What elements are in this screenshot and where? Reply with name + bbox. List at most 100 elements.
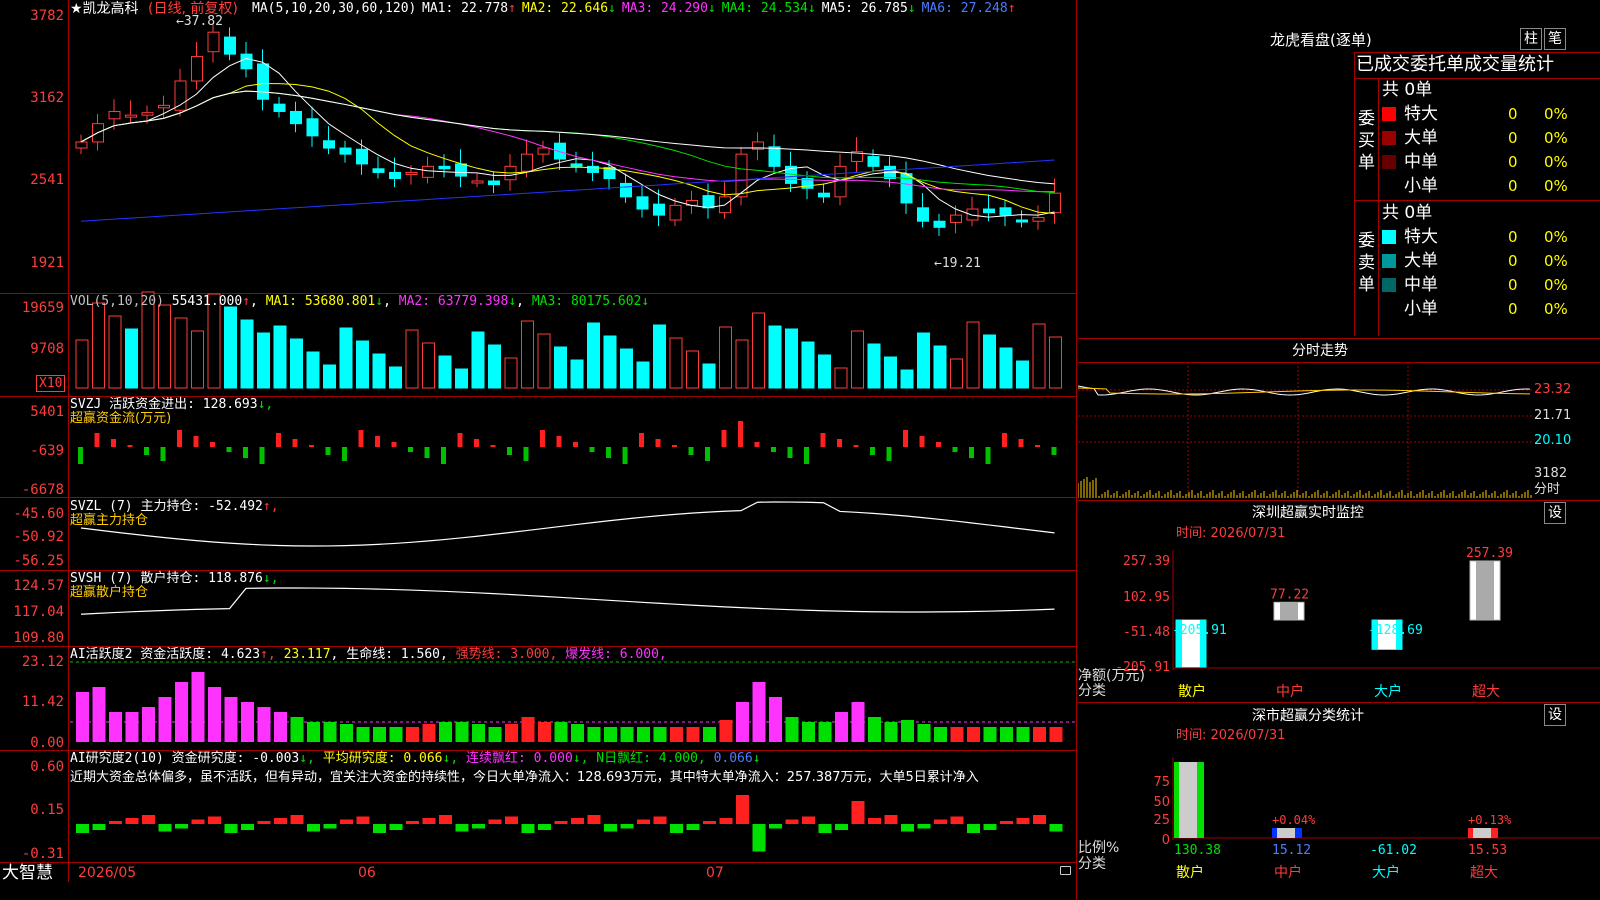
chart-canvas[interactable] (70, 0, 1076, 862)
research-bar (1016, 818, 1030, 824)
candle (207, 31, 220, 53)
activity-bar (703, 727, 716, 742)
volume-bar (290, 338, 303, 389)
volume-bar (273, 325, 287, 389)
fund-flow-bar (375, 436, 380, 447)
fund-flow-bar (853, 445, 859, 447)
research-bar (241, 824, 254, 830)
activity-bar (538, 722, 551, 742)
activity-bar (752, 682, 766, 742)
research-bar (884, 815, 898, 824)
vol-ma1: MA1: 53680.801 (265, 294, 376, 309)
activity-bar (439, 722, 452, 742)
svzj-arrow: ↓, (257, 397, 274, 412)
monitor-chart: 257.39102.95-51.48-205.91-205.91散户77.22中… (1115, 546, 1600, 700)
monitor-axis-caption: 净额(万元) (1078, 668, 1145, 684)
volume-bar (488, 344, 501, 389)
svzj-axis-label: -6678 (21, 482, 64, 498)
candle (240, 53, 253, 70)
research-bar (1049, 824, 1063, 832)
color-swatch (1382, 278, 1396, 292)
candle (108, 110, 121, 120)
svzl-subtitle: 超赢主力持仓 (70, 513, 149, 528)
ma-values: MA1: 22.778↑ MA2: 22.646↓ MA3: 24.290↓ MA4:… (422, 1, 1022, 17)
vol-ma2-arrow: ↓ (508, 294, 517, 309)
svzj-axis-label: -639 (30, 443, 64, 459)
activity-bar (554, 722, 568, 742)
research-bar (389, 824, 403, 830)
fund-flow-bar (655, 439, 661, 447)
activity-bar (241, 702, 254, 742)
lock-icon[interactable] (1060, 866, 1071, 875)
main-chart-area[interactable]: 3782 3162 2541 1921 19659 9708 X10 5401 … (0, 0, 1077, 900)
fund-flow-bar (210, 442, 215, 447)
volume-bar (323, 364, 336, 389)
volume-bar (801, 341, 815, 389)
volume-bar (1049, 336, 1062, 389)
ai-research-a3: ↓, (572, 751, 589, 766)
candle (141, 112, 154, 116)
candle (257, 63, 269, 100)
fund-flow-bar (325, 447, 331, 455)
research-bar (538, 824, 551, 830)
research-bar (554, 821, 568, 824)
fund-flow-bar (391, 442, 397, 447)
candle (290, 110, 302, 125)
date-label: 06 (358, 865, 376, 881)
candle (702, 195, 715, 209)
volume-bar (191, 330, 204, 389)
svsh-axis-label: 124.57 (13, 578, 64, 594)
order-count: 0 (1508, 276, 1518, 294)
monitor-value-label: 77.22 (1270, 587, 1309, 602)
activity-bar (1000, 727, 1013, 742)
ai-active-axis-label: 0.00 (30, 735, 64, 751)
high-price-label: ←37.82 (176, 14, 223, 29)
candle (339, 147, 352, 155)
activity-bar (637, 727, 650, 742)
ai-research-v4: N日飘红: 4.000, (596, 751, 706, 766)
activity-bar (719, 720, 733, 742)
svzl-arrow: ↑, (262, 499, 279, 514)
candle (570, 163, 583, 167)
candle (950, 214, 962, 223)
monitor-category-label: 超大 (1472, 684, 1500, 700)
order-count: 0 (1508, 252, 1518, 270)
volume-bar (125, 328, 138, 389)
tick-view-button[interactable]: 笔 (1544, 28, 1566, 50)
research-bar (488, 819, 502, 824)
order-percent: 0% (1544, 252, 1568, 270)
activity-bar (340, 724, 353, 742)
volume-bar (240, 319, 254, 389)
brand-label[interactable]: 大智慧 (2, 864, 53, 882)
fund-flow-bar (523, 447, 529, 461)
intraday-axis-label: 23.32 (1534, 382, 1572, 397)
bar-view-button[interactable]: 柱 (1520, 28, 1542, 50)
fund-flow-bar (144, 447, 149, 455)
svzl-axis-label: -45.60 (13, 506, 64, 522)
fund-flow-bar (177, 430, 182, 447)
ai-research-a1: ↓, (299, 751, 315, 766)
stats-bar-highlight (1179, 762, 1197, 838)
intraday-chart[interactable] (1078, 362, 1532, 498)
order-size-label: 小单 (1404, 176, 1438, 196)
activity-bar (934, 727, 947, 742)
fund-flow-bar (474, 439, 479, 447)
candle (191, 56, 203, 82)
activity-bar (1049, 727, 1063, 742)
candle (174, 80, 187, 111)
research-bar (769, 824, 782, 829)
volume-bar (587, 322, 600, 389)
activity-bar (736, 702, 749, 742)
order-count: 0 (1508, 129, 1518, 147)
order-size-label: 大单 (1404, 251, 1438, 271)
volume-bar (389, 366, 402, 389)
fund-flow-bar (556, 436, 562, 447)
panel-title: 龙虎看盘(逐单) (1270, 31, 1372, 49)
svzj-axis-label: 5401 (30, 404, 64, 420)
candle (389, 171, 401, 180)
sell-total: 共 0单 (1382, 203, 1433, 223)
research-bar (950, 816, 964, 824)
order-row: 特大 0 0% (1380, 102, 1600, 126)
right-panel: 龙虎看盘(逐单) 柱 笔 已成交委托单成交量统计 委买单 委卖单 共 0单 共 … (1078, 0, 1600, 900)
research-bar (290, 815, 304, 824)
